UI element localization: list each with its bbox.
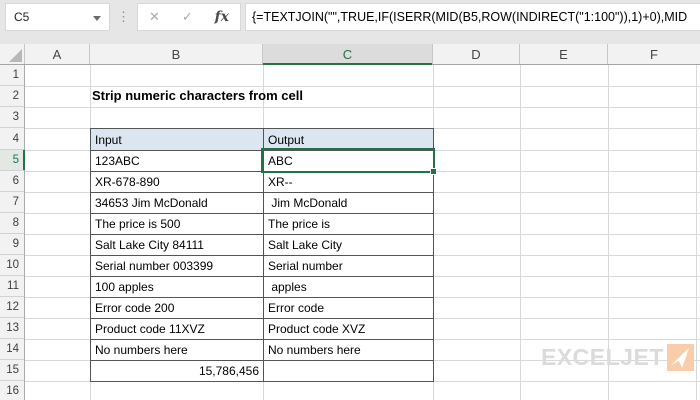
- column-header-e[interactable]: E: [520, 44, 608, 64]
- row-header-1[interactable]: 1: [0, 65, 24, 86]
- cancel-icon[interactable]: ✕: [149, 9, 160, 25]
- table-row-7: 34653 Jim McDonald Jim McDonald: [91, 193, 434, 214]
- cell-C10[interactable]: Serial number: [264, 256, 434, 277]
- cell-B10[interactable]: Serial number 003399: [91, 256, 264, 277]
- cell-C4-output-header[interactable]: Output: [264, 129, 434, 151]
- row-header-3[interactable]: 3: [0, 107, 24, 128]
- row-header-13[interactable]: 13: [0, 318, 24, 339]
- column-header-d[interactable]: D: [433, 44, 520, 64]
- separator-dots-icon: ⋮: [117, 9, 130, 24]
- example-table: Input Output 123ABC ABC XR-678-890 XR-- …: [90, 128, 434, 382]
- formula-bar-chrome: C5 ⋮ ✕ ✓ fx {=TEXTJOIN("",TRUE,IF(ISERR(…: [0, 0, 700, 44]
- table-row-11: 100 apples apples: [91, 277, 434, 298]
- row-header-6[interactable]: 6: [0, 171, 24, 192]
- cell-C15[interactable]: [264, 361, 434, 382]
- table-row-10: Serial number 003399 Serial number: [91, 256, 434, 277]
- row-header-16[interactable]: 16: [0, 381, 24, 400]
- formula-text: {=TEXTJOIN("",TRUE,IF(ISERR(MID(B5,ROW(I…: [252, 10, 688, 24]
- row-header-10[interactable]: 10: [0, 255, 24, 276]
- cell-B6[interactable]: XR-678-890: [91, 172, 264, 193]
- gridlines-horizontal: [25, 86, 700, 87]
- row-header-7[interactable]: 7: [0, 192, 24, 213]
- cell-B11[interactable]: 100 apples: [91, 277, 264, 298]
- column-headers: A B C D E F: [0, 44, 700, 65]
- column-header-b[interactable]: B: [90, 44, 263, 64]
- cell-B12[interactable]: Error code 200: [91, 298, 264, 319]
- row-header-12[interactable]: 12: [0, 297, 24, 318]
- cell-C6[interactable]: XR--: [264, 172, 434, 193]
- row-header-15[interactable]: 15: [0, 360, 24, 381]
- column-header-a[interactable]: A: [25, 44, 90, 64]
- table-row-8: The price is 500 The price is: [91, 214, 434, 235]
- name-box[interactable]: C5: [5, 3, 110, 31]
- row-header-5-selected[interactable]: 5: [0, 150, 25, 171]
- row-header-9[interactable]: 9: [0, 234, 24, 255]
- formula-input[interactable]: {=TEXTJOIN("",TRUE,IF(ISERR(MID(B5,ROW(I…: [245, 3, 700, 31]
- cell-B8[interactable]: The price is 500: [91, 214, 264, 235]
- page-title[interactable]: Strip numeric characters from cell: [92, 88, 303, 103]
- row-header-4[interactable]: 4: [0, 128, 24, 150]
- paper-plane-icon: [666, 343, 694, 371]
- cell-C12[interactable]: Error code: [264, 298, 434, 319]
- select-all-button[interactable]: [0, 44, 25, 64]
- cell-B5[interactable]: 123ABC: [91, 151, 264, 172]
- cell-B4-input-header[interactable]: Input: [91, 129, 264, 151]
- table-row-9: Salt Lake City 84111 Salt Lake City: [91, 235, 434, 256]
- table-header-row: Input Output: [91, 129, 434, 151]
- column-header-f[interactable]: F: [608, 44, 700, 64]
- table-row-13: Product code 11XVZ Product code XVZ: [91, 319, 434, 340]
- cell-B15[interactable]: 15,786,456: [91, 361, 264, 382]
- cell-B9[interactable]: Salt Lake City 84111: [91, 235, 264, 256]
- row-header-8[interactable]: 8: [0, 213, 24, 234]
- cell-B13[interactable]: Product code 11XVZ: [91, 319, 264, 340]
- insert-function-icon[interactable]: fx: [215, 9, 229, 25]
- cell-B7[interactable]: 34653 Jim McDonald: [91, 193, 264, 214]
- row-headers: 1 2 3 4 5 6 7 8 9 10 11 12 13 14 15 16: [0, 65, 25, 400]
- formula-buttons: ✕ ✓ fx: [137, 3, 241, 31]
- row-header-14[interactable]: 14: [0, 339, 24, 360]
- cell-C13[interactable]: Product code XVZ: [264, 319, 434, 340]
- table-row-14: No numbers here No numbers here: [91, 340, 434, 361]
- select-all-icon: [9, 49, 22, 62]
- table-row-6: XR-678-890 XR--: [91, 172, 434, 193]
- cell-C5-selected[interactable]: ABC: [264, 151, 434, 172]
- name-box-dropdown-icon[interactable]: [93, 16, 101, 21]
- cell-B14[interactable]: No numbers here: [91, 340, 264, 361]
- fill-handle[interactable]: [430, 168, 437, 175]
- logo-wordmark: EXCELJET: [541, 343, 664, 370]
- row-header-2[interactable]: 2: [0, 86, 24, 107]
- table-row-15: 15,786,456: [91, 361, 434, 382]
- name-box-value: C5: [14, 10, 30, 24]
- cell-C9[interactable]: Salt Lake City: [264, 235, 434, 256]
- cell-C7[interactable]: Jim McDonald: [264, 193, 434, 214]
- exceljet-logo: EXCELJET: [541, 343, 694, 371]
- table-row-12: Error code 200 Error code: [91, 298, 434, 319]
- column-header-c-selected[interactable]: C: [263, 44, 433, 65]
- cell-C8[interactable]: The price is: [264, 214, 434, 235]
- cell-C14[interactable]: No numbers here: [264, 340, 434, 361]
- table-row-5: 123ABC ABC: [91, 151, 434, 172]
- cell-C11[interactable]: apples: [264, 277, 434, 298]
- row-header-11[interactable]: 11: [0, 276, 24, 297]
- enter-icon[interactable]: ✓: [182, 9, 193, 25]
